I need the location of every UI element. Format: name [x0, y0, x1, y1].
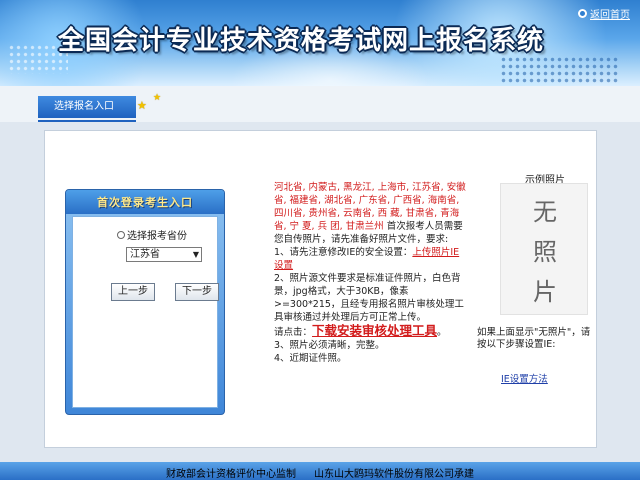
site-title: 全国会计专业技术资格考试网上报名系统	[58, 26, 545, 56]
instruction-item-2: 2、照片源文件要求是标准证件照片，白色背景，jpg格式，大于30KB，像素>=3…	[274, 273, 464, 323]
click-prefix: 请点击：	[274, 327, 313, 338]
sample-photo-note: 如果上面显示"无照片"，请按以下步骤设置IE:	[477, 327, 591, 350]
login-box-title: 首次登录考生入口	[97, 196, 193, 209]
next-step-button[interactable]: 下一步	[175, 283, 219, 301]
login-box-header: 首次登录考生入口	[66, 190, 224, 214]
chevron-down-icon: ▼	[192, 250, 199, 259]
ie-setup-method-link[interactable]: IE设置方法	[501, 371, 548, 385]
photo-instructions: 河北省, 内蒙古, 黑龙江, 上海市, 江苏省, 安徽省, 福建省, 湖北省, …	[274, 181, 466, 365]
sample-photo: 无 照 片	[500, 183, 588, 315]
province-select-value: 江苏省	[130, 249, 160, 260]
tab-underline	[38, 120, 136, 122]
no-photo-char: 照	[533, 238, 557, 266]
click-suffix: 。	[437, 327, 447, 338]
instruction-item-4: 4、近期证件照。	[274, 353, 347, 364]
page-footer: 财政部会计资格评价中心监制 山东山大鸥玛软件股份有限公司承建	[0, 462, 640, 480]
site-header: 全国会计专业技术资格考试网上报名系统 返回首页	[0, 0, 640, 86]
no-photo-char: 无	[533, 198, 557, 226]
back-home-link[interactable]: 返回首页	[578, 6, 630, 21]
star-icon: ★	[137, 99, 147, 112]
province-select[interactable]: 江苏省 ▼	[126, 247, 202, 262]
instruction-item-3: 3、照片必须清晰，完整。	[274, 340, 385, 351]
login-box-body: 选择报考省份 江苏省 ▼ 上一步 下一步	[72, 216, 219, 408]
main-panel: 首次登录考生入口 选择报考省份 江苏省 ▼ 上一步 下一步 河北省, 内蒙古, …	[44, 130, 597, 448]
tab-select-entry[interactable]: 选择报名入口	[38, 96, 136, 118]
province-radio-label: 选择报考省份	[127, 231, 187, 242]
home-bullet-icon	[578, 9, 587, 18]
province-radio[interactable]: 选择报考省份	[117, 227, 187, 242]
no-photo-char: 片	[533, 278, 557, 306]
header-dot-pattern	[500, 56, 620, 84]
tab-bar: 选择报名入口 ★ ★	[0, 86, 640, 122]
prev-step-button[interactable]: 上一步	[111, 283, 155, 301]
download-tool-link[interactable]: 下载安装审核处理工具	[312, 323, 437, 338]
back-home-label: 返回首页	[590, 10, 630, 21]
first-login-box: 首次登录考生入口 选择报考省份 江苏省 ▼ 上一步 下一步	[65, 189, 225, 415]
footer-contractor: 山东山大鸥玛软件股份有限公司承建	[314, 469, 474, 480]
instruction-item-1: 1、请先注意修改IE的安全设置：	[274, 247, 413, 258]
footer-supervisor: 财政部会计资格评价中心监制	[166, 469, 296, 480]
radio-icon[interactable]	[117, 230, 125, 239]
star-icon: ★	[153, 93, 162, 103]
